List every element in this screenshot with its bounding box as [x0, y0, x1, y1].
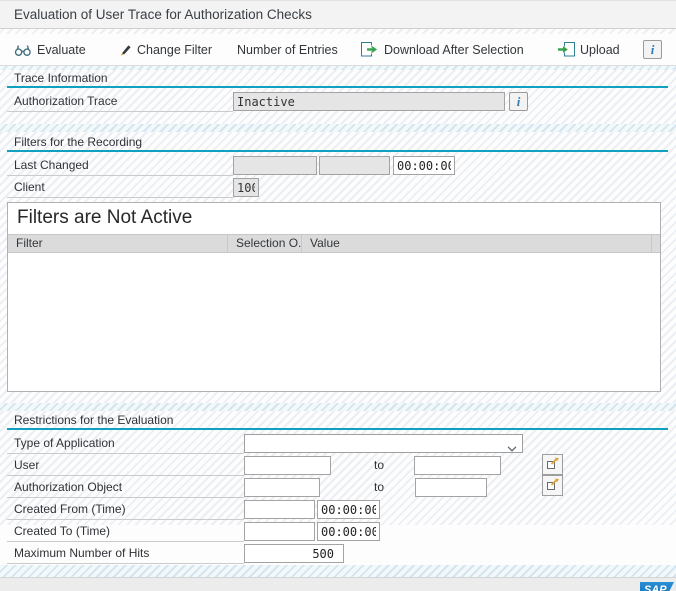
evaluate-button[interactable]: Evaluate: [14, 34, 86, 65]
number-of-entries-button-label: Number of Entries: [237, 43, 338, 57]
glasses-icon: [14, 43, 32, 57]
created-from-date-field[interactable]: [244, 500, 315, 519]
multiple-selection-icon: [546, 456, 560, 473]
sap-logo: SAP: [640, 582, 674, 591]
type-of-application-dropdown[interactable]: [244, 434, 523, 453]
section-divider: [0, 565, 676, 577]
authorization-object-multiple-selection-button[interactable]: [542, 475, 563, 496]
created-to-date-field[interactable]: [244, 522, 315, 541]
document-import-icon: [557, 42, 575, 57]
section-underline: [7, 86, 668, 88]
info-icon: i: [517, 94, 521, 109]
trace-information-section-title: Trace Information: [14, 71, 108, 85]
download-after-selection-button[interactable]: Download After Selection: [361, 34, 524, 65]
filters-recording-section-title: Filters for the Recording: [14, 135, 142, 149]
info-icon: i: [651, 42, 655, 57]
created-to-time-field[interactable]: [317, 522, 380, 541]
user-label: User: [7, 456, 244, 476]
change-filter-button-label: Change Filter: [137, 43, 212, 57]
application-toolbar: Evaluate Change Filter Number of Entries: [0, 34, 676, 66]
change-filter-button[interactable]: Change Filter: [118, 34, 212, 65]
authorization-object-to-field[interactable]: [415, 478, 487, 497]
authorization-object-from-field[interactable]: [244, 478, 320, 497]
title-bar: Evaluation of User Trace for Authorizati…: [0, 0, 676, 29]
column-header-value[interactable]: Value: [302, 235, 652, 252]
user-multiple-selection-button[interactable]: [542, 454, 563, 475]
authorization-trace-field: [233, 92, 505, 111]
download-after-selection-button-label: Download After Selection: [384, 43, 524, 57]
status-bar: [0, 577, 676, 591]
authorization-object-to-word: to: [374, 480, 384, 494]
maximum-number-of-hits-label: Maximum Number of Hits: [7, 544, 244, 564]
number-of-entries-button[interactable]: Number of Entries: [237, 34, 338, 65]
section-underline: [7, 428, 668, 430]
created-from-time-field[interactable]: [317, 500, 380, 519]
filters-table-container: Filters are Not Active Filter Selection …: [7, 202, 661, 392]
client-field: [233, 178, 259, 197]
user-to-word: to: [374, 458, 384, 472]
trace-info-button[interactable]: i: [509, 92, 528, 111]
authorization-object-label: Authorization Object: [7, 478, 244, 498]
last-changed-user-field: [319, 156, 390, 175]
created-from-time-label: Created From (Time): [7, 500, 244, 520]
user-to-field[interactable]: [414, 456, 501, 475]
page-title: Evaluation of User Trace for Authorizati…: [14, 1, 312, 29]
last-changed-label: Last Changed: [7, 156, 233, 176]
section-divider: [0, 124, 676, 132]
chevron-down-icon: [507, 441, 517, 455]
section-underline: [7, 150, 668, 152]
sap-window: Evaluation of User Trace for Authorizati…: [0, 0, 676, 591]
filters-status-heading: Filters are Not Active: [17, 207, 192, 229]
upload-button[interactable]: Upload: [557, 34, 620, 65]
authorization-trace-label: Authorization Trace: [7, 92, 233, 112]
column-header-selection-option[interactable]: Selection O...: [228, 235, 302, 252]
filters-table-body: [8, 254, 660, 391]
toolbar-info-button[interactable]: i: [643, 40, 662, 59]
pencil-icon: [118, 43, 132, 57]
created-to-time-label: Created To (Time): [7, 522, 244, 542]
last-changed-time-field: [393, 156, 455, 175]
maximum-number-of-hits-field[interactable]: [244, 544, 344, 563]
section-divider: [0, 66, 676, 70]
type-of-application-value: [245, 435, 248, 449]
user-from-field[interactable]: [244, 456, 331, 475]
evaluate-button-label: Evaluate: [37, 43, 86, 57]
type-of-application-label: Type of Application: [7, 434, 244, 454]
column-header-filter[interactable]: Filter: [8, 235, 228, 252]
filters-table-header: Filter Selection O... Value: [8, 234, 660, 253]
document-export-icon: [361, 42, 379, 57]
section-divider: [0, 403, 676, 411]
column-header-spacer: [652, 235, 660, 252]
restrictions-section-title: Restrictions for the Evaluation: [14, 413, 173, 427]
upload-button-label: Upload: [580, 43, 620, 57]
last-changed-date-field: [233, 156, 317, 175]
multiple-selection-icon: [546, 477, 560, 494]
client-label: Client: [7, 178, 233, 198]
